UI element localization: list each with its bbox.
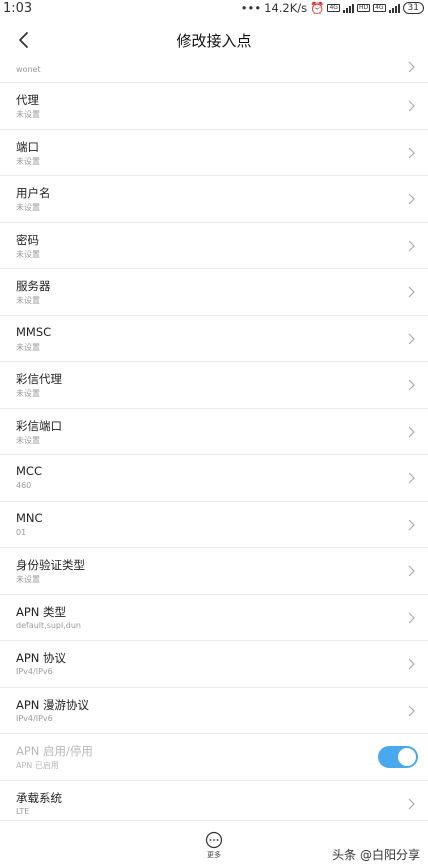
list-item-label: 服务器: [16, 279, 51, 293]
list-item[interactable]: 端口 未设置: [0, 130, 428, 176]
list-item-value: 未设置: [16, 296, 40, 305]
list-item-value: wonet: [16, 65, 41, 74]
list-item-label: 用户名: [16, 186, 51, 200]
list-item-value: 未设置: [16, 156, 40, 166]
list-item[interactable]: APN 类型 default,supl,dun: [0, 595, 428, 641]
list-item-label: 密码: [16, 232, 39, 247]
list-item-value: IPv4/IPv6: [16, 667, 53, 676]
chevron-right-icon: [408, 705, 415, 716]
list-item-label: 端口: [16, 139, 39, 154]
list-item-value: 01: [16, 527, 27, 537]
bottom-bar: 更多 头条 @白阳分享: [0, 820, 428, 868]
list-item-label: 彩信代理: [16, 372, 62, 386]
list-item[interactable]: APN 漫游协议 IPv4/IPv6: [0, 688, 428, 734]
list-item-value: 未设置: [16, 249, 40, 259]
list-item-label: APN 协议: [16, 651, 67, 665]
chevron-right-icon: [408, 565, 415, 577]
list-item[interactable]: 密码 未设置: [0, 223, 428, 269]
4g-tag: 4G: [373, 4, 386, 12]
list-item-value: 未设置: [16, 203, 40, 212]
toggle-knob: [398, 748, 416, 766]
list-item-label: 承载系统: [16, 790, 62, 805]
list-item[interactable]: APN 协议 IPv4/IPv6: [0, 641, 428, 688]
list-item-value: 460: [16, 481, 32, 490]
chevron-right-icon: [408, 61, 415, 73]
chevron-right-icon: [408, 147, 415, 158]
list-item[interactable]: MNC 01: [0, 502, 428, 548]
list-item-value: default,supl,dun: [16, 620, 81, 630]
list-item-label: 代理: [16, 93, 39, 107]
chevron-right-icon: [408, 472, 415, 484]
battery-icon: 31: [402, 2, 424, 14]
apn-enable-toggle[interactable]: [378, 746, 418, 768]
list-item-value: 未设置: [16, 575, 40, 584]
chevron-right-icon: [408, 100, 415, 112]
chevron-right-icon: [408, 612, 415, 623]
chevron-right-icon: [408, 798, 415, 809]
chevron-right-icon: [408, 379, 415, 391]
list-item-label: APN 漫游协议: [16, 697, 90, 712]
list-item-value: 未设置: [16, 435, 40, 445]
list-item-value: 未设置: [16, 389, 40, 398]
list-item-label: MNC: [16, 510, 43, 525]
page-title: 修改接入点: [176, 32, 252, 50]
list-item-label: APN 类型: [16, 604, 67, 619]
settings-list: wonet 代理 未设置 端口 未设置 用户名 未设置 密码 未设置 服务器 未设置 MMSC 未设置…: [0, 60, 428, 827]
list-item[interactable]: 用户名 未设置: [0, 176, 428, 223]
more-dots-icon: •••: [240, 1, 262, 15]
app-header: 修改接入点: [0, 18, 428, 62]
list-item-label: MCC: [16, 464, 42, 478]
chevron-right-icon: [408, 519, 415, 530]
list-item[interactable]: 彩信代理 未设置: [0, 362, 428, 409]
list-item[interactable]: MMSC 未设置: [0, 316, 428, 362]
list-item[interactable]: 服务器 未设置: [0, 269, 428, 316]
list-item-label: APN 启用/停用: [16, 744, 93, 758]
status-time: 1:03: [3, 1, 33, 16]
list-item[interactable]: 身份验证类型 未设置: [0, 548, 428, 595]
list-item-apn-partial[interactable]: wonet: [0, 60, 428, 83]
signal-icon: [342, 3, 354, 13]
chevron-right-icon: [408, 658, 415, 670]
more-label: 更多: [207, 851, 221, 859]
chevron-right-icon: [408, 333, 415, 344]
status-bar: 1:03 ••• 14.2K/s ⏰ 4G HD 4G 31: [0, 0, 428, 18]
list-item[interactable]: 彩信端口 未设置: [0, 409, 428, 455]
list-item-label: 身份验证类型: [16, 558, 85, 572]
list-item-apn-toggle: APN 启用/停用 APN 已启用: [0, 734, 428, 781]
list-item-label: 彩信端口: [16, 418, 62, 433]
more-icon: [205, 831, 223, 849]
chevron-right-icon: [408, 426, 415, 437]
alarm-icon: ⏰: [310, 1, 325, 15]
list-item-label: MMSC: [16, 324, 52, 339]
list-item[interactable]: 代理 未设置: [0, 83, 428, 130]
signal-icon-2: [388, 3, 400, 13]
volte-tag: 4G: [327, 4, 340, 12]
list-item-value: APN 已启用: [16, 761, 59, 770]
list-item-value: 未设置: [16, 342, 40, 352]
chevron-right-icon: [408, 240, 415, 251]
net-speed: 14.2K/s: [264, 1, 308, 15]
chevron-right-icon: [408, 193, 415, 205]
watermark: 头条 @白阳分享: [332, 848, 420, 862]
more-button[interactable]: 更多: [199, 831, 229, 860]
hd-tag: HD: [356, 4, 371, 12]
list-item-value: 未设置: [16, 110, 40, 119]
chevron-right-icon: [408, 286, 415, 298]
list-item[interactable]: MCC 460: [0, 455, 428, 502]
list-item-value: LTE: [16, 806, 30, 816]
status-icons: ••• 14.2K/s ⏰ 4G HD 4G 31: [241, 1, 424, 15]
list-item-value: IPv4/IPv6: [16, 713, 53, 723]
